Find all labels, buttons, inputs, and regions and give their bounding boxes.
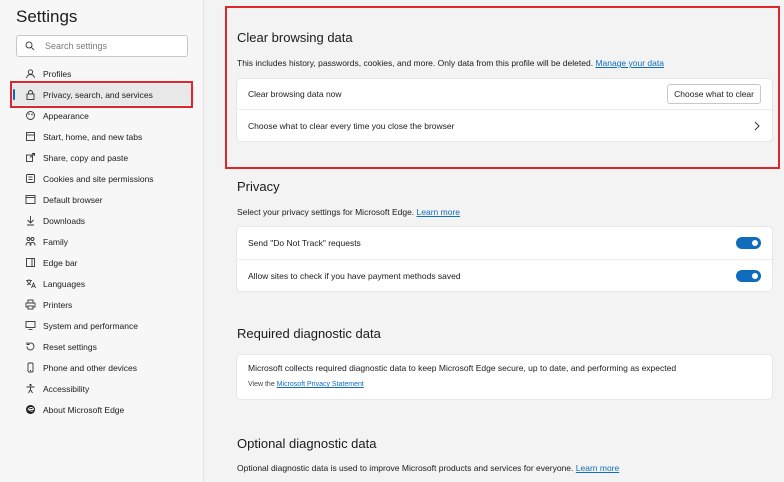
edge-logo-icon (24, 404, 36, 416)
home-icon (24, 131, 36, 143)
phone-icon (24, 362, 36, 374)
sidebar-item-default-browser[interactable]: Default browser (10, 189, 194, 210)
sidebar-item-reset[interactable]: Reset settings (10, 336, 194, 357)
sidebar-item-label: Start, home, and new tabs (43, 131, 143, 142)
clear-on-close-label: Choose what to clear every time you clos… (248, 120, 455, 131)
clear-browsing-title: Clear browsing data (237, 30, 353, 45)
sidebar-item-family[interactable]: Family (10, 231, 194, 252)
clear-now-label: Clear browsing data now (248, 89, 342, 99)
sidebar-item-system[interactable]: System and performance (10, 315, 194, 336)
sidebar-item-edge-bar[interactable]: Edge bar (10, 252, 194, 273)
clear-browsing-desc: This includes history, passwords, cookie… (237, 58, 664, 68)
language-icon (24, 278, 36, 290)
privacy-learn-more-link[interactable]: Learn more (417, 207, 460, 217)
main-content: Clear browsing data This includes histor… (205, 0, 784, 482)
sidebar-item-cookies[interactable]: Cookies and site permissions (10, 168, 194, 189)
payment-toggle[interactable] (736, 269, 761, 282)
appearance-icon (24, 110, 36, 122)
sidebar-item-label: Accessibility (43, 383, 90, 394)
sidebar-item-phone[interactable]: Phone and other devices (10, 357, 194, 378)
optional-diag-desc: Optional diagnostic data is used to impr… (237, 463, 619, 473)
required-diag-card: Microsoft collects required diagnostic d… (237, 355, 772, 399)
accessibility-icon (24, 383, 36, 395)
search-icon (25, 41, 35, 51)
payment-row: Allow sites to check if you have payment… (237, 259, 772, 291)
download-icon (24, 215, 36, 227)
required-diag-title: Required diagnostic data (237, 326, 381, 341)
highlight-box-nav (10, 81, 193, 108)
clear-desc-text: This includes history, passwords, cookie… (237, 58, 594, 68)
sidebar-item-label: Reset settings (43, 341, 97, 352)
cookie-icon (24, 173, 36, 185)
sidebar-item-label: About Microsoft Edge (43, 404, 125, 415)
sidebar-item-label: Downloads (43, 215, 86, 226)
view-the-text: View the (248, 381, 275, 388)
sidebar-item-label: Languages (43, 278, 86, 289)
chevron-right-icon (754, 121, 760, 130)
sidebar-item-label: Edge bar (43, 257, 78, 268)
sidebar-item-label: Default browser (43, 194, 103, 205)
dnt-row: Send "Do Not Track" requests (237, 227, 772, 259)
sidebar-item-label: Appearance (43, 110, 89, 121)
sidebar-item-label: Family (43, 236, 69, 247)
sidebar-item-downloads[interactable]: Downloads (10, 210, 194, 231)
clear-browsing-card: Clear browsing data now Choose what to c… (237, 79, 772, 141)
optional-diag-title: Optional diagnostic data (237, 436, 377, 451)
sidebar-nav: Profiles Privacy, search, and services A… (10, 63, 194, 420)
sidebar-item-label: Share, copy and paste (43, 152, 129, 163)
sidebar-item-appearance[interactable]: Appearance (10, 105, 194, 126)
settings-title: Settings (16, 7, 78, 26)
sidebar-item-label: System and performance (43, 320, 138, 331)
sidebar-item-label: Cookies and site permissions (43, 173, 154, 184)
search-box[interactable] (16, 35, 188, 57)
privacy-desc-text: Select your privacy settings for Microso… (237, 207, 415, 217)
reset-icon (24, 341, 36, 353)
clear-now-row: Clear browsing data now Choose what to c… (237, 79, 772, 109)
search-input[interactable] (45, 41, 175, 51)
profile-icon (24, 68, 36, 80)
browser-icon (24, 194, 36, 206)
optional-desc-text: Optional diagnostic data is used to impr… (237, 463, 574, 473)
dnt-label: Send "Do Not Track" requests (248, 238, 361, 248)
sidebar-item-languages[interactable]: Languages (10, 273, 194, 294)
sidebar-item-label: Printers (43, 299, 73, 310)
printer-icon (24, 299, 36, 311)
manage-your-data-link[interactable]: Manage your data (595, 58, 664, 68)
privacy-statement-link[interactable]: Microsoft Privacy Statement (277, 381, 364, 388)
family-icon (24, 236, 36, 248)
sidebar-item-label: Phone and other devices (43, 362, 138, 373)
share-icon (24, 152, 36, 164)
required-diag-text: Microsoft collects required diagnostic d… (248, 363, 677, 373)
edge-bar-icon (24, 257, 36, 269)
clear-on-close-row[interactable]: Choose what to clear every time you clos… (237, 109, 772, 141)
privacy-title: Privacy (237, 179, 280, 194)
sidebar-item-label: Profiles (43, 68, 72, 79)
choose-what-to-clear-button[interactable]: Choose what to clear (667, 84, 761, 104)
sidebar-item-start-home[interactable]: Start, home, and new tabs (10, 126, 194, 147)
dnt-toggle[interactable] (736, 237, 761, 249)
sidebar-item-accessibility[interactable]: Accessibility (10, 378, 194, 399)
sidebar: Settings Profiles Privacy, search, and s… (0, 0, 204, 482)
sidebar-item-share[interactable]: Share, copy and paste (10, 147, 194, 168)
optional-learn-more-link[interactable]: Learn more (576, 463, 619, 473)
view-privacy-statement: View the Microsoft Privacy Statement (248, 381, 761, 388)
system-icon (24, 320, 36, 332)
privacy-card: Send "Do Not Track" requests Allow sites… (237, 227, 772, 291)
payment-label: Allow sites to check if you have payment… (248, 270, 461, 281)
sidebar-item-about[interactable]: About Microsoft Edge (10, 399, 194, 420)
sidebar-item-printers[interactable]: Printers (10, 294, 194, 315)
privacy-desc: Select your privacy settings for Microso… (237, 207, 460, 217)
